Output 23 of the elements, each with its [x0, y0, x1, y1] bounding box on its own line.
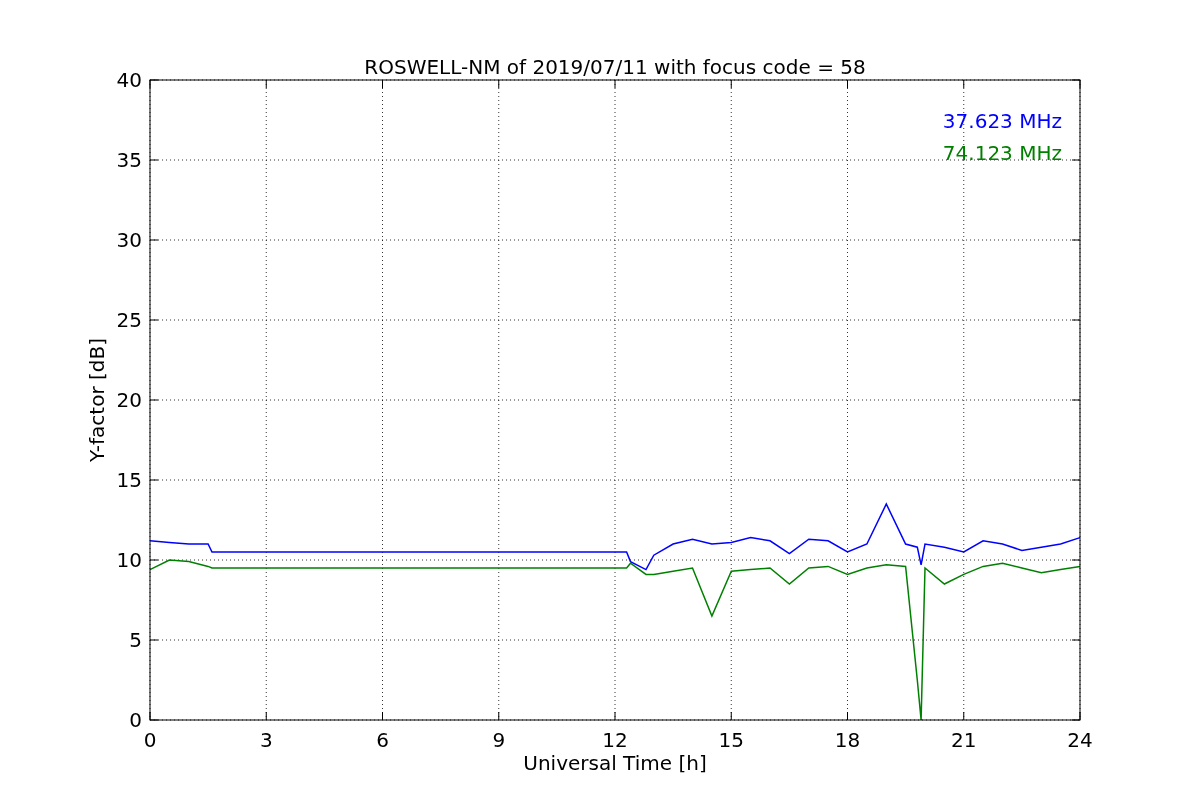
y-tick-label: 35 — [116, 148, 142, 172]
x-tick-label: 15 — [718, 728, 744, 752]
y-tick-label: 10 — [116, 548, 142, 572]
y-tick-label: 20 — [116, 388, 142, 412]
x-axis-label: Universal Time [h] — [523, 751, 707, 775]
y-tick-label: 30 — [116, 228, 142, 252]
y-tick-label: 15 — [116, 468, 142, 492]
x-tick-label: 9 — [492, 728, 506, 752]
y-axis-label: Y-factor [dB] — [85, 338, 109, 462]
x-tick-label: 18 — [834, 728, 861, 752]
y-tick-label: 5 — [129, 628, 142, 652]
x-tick-label: 21 — [951, 728, 977, 752]
x-tick-label: 0 — [143, 728, 157, 752]
x-tick-label: 12 — [602, 728, 628, 752]
x-tick-label: 24 — [1067, 728, 1093, 752]
x-tick-label: 6 — [376, 728, 389, 752]
legend-label: 37.623 MHz — [942, 109, 1062, 133]
y-tick-label: 0 — [129, 708, 142, 732]
x-tick-label: 3 — [259, 728, 273, 752]
chart-title: ROSWELL-NM of 2019/07/11 with focus code = 58 — [364, 55, 866, 79]
y-tick-label: 25 — [116, 308, 142, 332]
y-tick-label: 40 — [116, 68, 142, 92]
legend-label: 74.123 MHz — [942, 141, 1062, 165]
